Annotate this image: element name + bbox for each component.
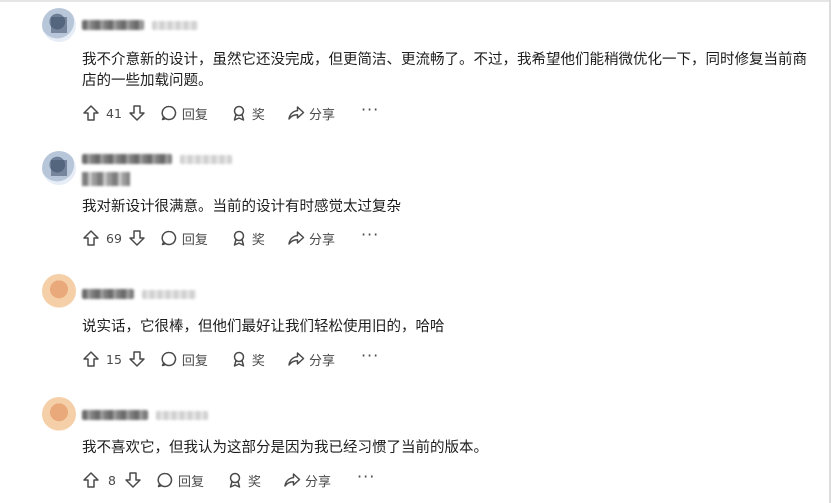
vote-group: 69 <box>82 229 146 247</box>
arrow-up-icon[interactable] <box>82 350 100 368</box>
reply-label: 回复 <box>181 232 208 248</box>
award-icon <box>230 229 248 247</box>
arrow-down-icon[interactable] <box>128 350 146 368</box>
timestamp-redacted <box>156 410 208 420</box>
award-label: 奖 <box>251 107 265 123</box>
award-icon <box>230 104 248 122</box>
reply-label: 回复 <box>181 353 208 369</box>
comment-meta <box>82 20 198 30</box>
avatar[interactable] <box>42 397 76 431</box>
arrow-down-icon[interactable] <box>128 229 146 247</box>
arrow-down-icon[interactable] <box>128 104 146 122</box>
comment-body: 我对新设计很满意。当前的设计有时感觉太过复杂 <box>82 199 401 215</box>
award-button[interactable]: 奖 <box>230 104 265 123</box>
comment-meta <box>82 154 232 164</box>
avatar[interactable] <box>42 8 76 42</box>
share-button[interactable]: 分享 <box>287 229 335 248</box>
username-redacted[interactable] <box>82 410 148 420</box>
award-button[interactable]: 奖 <box>230 229 265 248</box>
vote-count: 8 <box>108 472 116 488</box>
more-options-button[interactable]: ··· <box>361 348 379 367</box>
share-label: 分享 <box>305 474 332 490</box>
share-arrow-icon <box>287 104 305 122</box>
arrow-up-icon[interactable] <box>82 471 100 489</box>
more-options-button[interactable]: ··· <box>357 469 375 488</box>
share-button[interactable]: 分享 <box>283 471 331 490</box>
share-arrow-icon <box>283 471 301 489</box>
award-button[interactable]: 奖 <box>226 471 261 490</box>
username-redacted[interactable] <box>82 289 134 299</box>
comment-actions: 8 回复 奖 分享 ··· <box>82 468 375 492</box>
reply-button[interactable]: 回复 <box>160 350 208 369</box>
avatar[interactable] <box>42 151 76 185</box>
comment-meta <box>82 410 208 420</box>
comment-actions: 41 回复 奖 分享 ··· <box>82 101 379 125</box>
reply-button[interactable]: 回复 <box>156 471 204 490</box>
share-arrow-icon <box>287 229 305 247</box>
share-label: 分享 <box>308 107 335 123</box>
avatar[interactable] <box>42 274 76 308</box>
user-flair-redacted <box>82 172 130 186</box>
vote-count: 15 <box>106 351 122 367</box>
comment-body: 我不介意新的设计，虽然它还没完成，但更简洁、更流畅了。不过，我希望他们能稍微优化… <box>82 52 807 89</box>
vote-group: 41 <box>82 104 146 122</box>
award-label: 奖 <box>251 232 265 248</box>
speech-bubble-icon <box>160 104 178 122</box>
reply-label: 回复 <box>181 107 208 123</box>
vote-group: 8 <box>82 471 142 489</box>
award-label: 奖 <box>248 474 262 490</box>
award-label: 奖 <box>251 353 265 369</box>
vote-group: 15 <box>82 350 146 368</box>
award-icon <box>230 350 248 368</box>
speech-bubble-icon <box>160 229 178 247</box>
reply-label: 回复 <box>178 474 205 490</box>
reply-button[interactable]: 回复 <box>160 229 208 248</box>
timestamp-redacted <box>180 154 232 164</box>
more-options-button[interactable]: ··· <box>361 102 379 121</box>
reply-button[interactable]: 回复 <box>160 104 208 123</box>
comment-meta <box>82 289 196 299</box>
comment-body: 说实话，它很棒，但他们最好让我们轻松使用旧的，哈哈 <box>82 319 445 335</box>
comment-body: 我不喜欢它，但我认为这部分是因为我已经习惯了当前的版本。 <box>82 440 488 456</box>
arrow-up-icon[interactable] <box>82 104 100 122</box>
share-arrow-icon <box>287 350 305 368</box>
award-icon <box>226 471 244 489</box>
username-redacted[interactable] <box>82 154 172 164</box>
vote-count: 41 <box>106 105 122 121</box>
vote-count: 69 <box>106 230 122 246</box>
more-options-button[interactable]: ··· <box>361 227 379 246</box>
arrow-down-icon[interactable] <box>124 471 142 489</box>
speech-bubble-icon <box>160 350 178 368</box>
comment-actions: 69 回复 奖 分享 ··· <box>82 226 379 250</box>
speech-bubble-icon <box>156 471 174 489</box>
share-label: 分享 <box>308 353 335 369</box>
award-button[interactable]: 奖 <box>230 350 265 369</box>
share-button[interactable]: 分享 <box>287 350 335 369</box>
comment-actions: 15 回复 奖 分享 ··· <box>82 347 379 371</box>
timestamp-redacted <box>152 20 198 30</box>
username-redacted[interactable] <box>82 20 144 30</box>
share-button[interactable]: 分享 <box>287 104 335 123</box>
arrow-up-icon[interactable] <box>82 229 100 247</box>
timestamp-redacted <box>142 289 196 299</box>
top-divider <box>0 0 831 2</box>
share-label: 分享 <box>308 232 335 248</box>
